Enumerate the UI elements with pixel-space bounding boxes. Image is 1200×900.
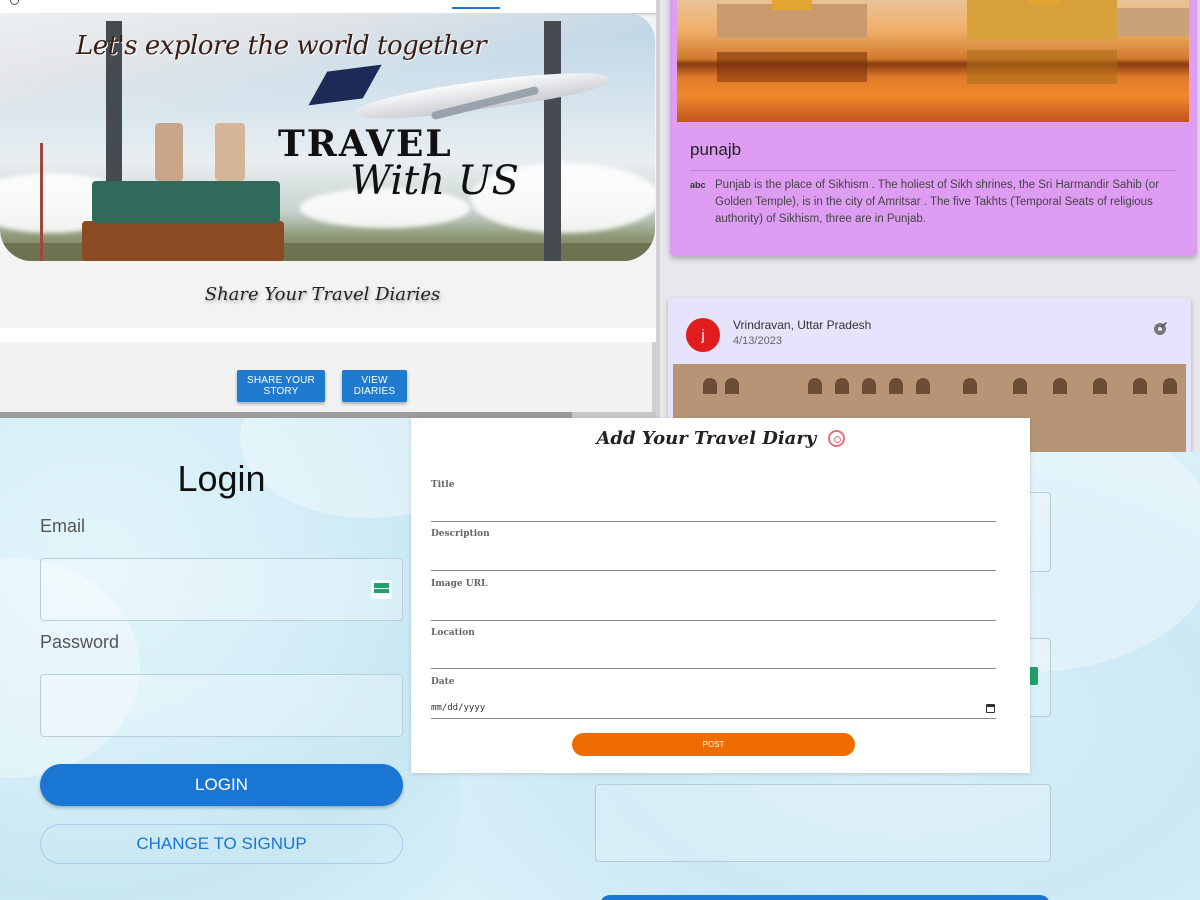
date-input[interactable]: mm/dd/yyyy: [431, 703, 485, 713]
water-reflection: [717, 52, 867, 82]
active-tab-indicator: [452, 7, 500, 9]
location-label: Location: [431, 628, 475, 638]
location-input[interactable]: [431, 668, 996, 669]
arch: [916, 378, 930, 394]
suitcase-brown: [82, 221, 284, 261]
view-diaries-button[interactable]: VIEW DIARIES: [342, 370, 407, 402]
globe-search-icon: [827, 430, 845, 447]
diaries-screen: punajb abc Punjab is the place of Sikhis…: [660, 0, 1200, 452]
app-bar: [0, 0, 657, 13]
hero-subtitle: With US: [350, 158, 519, 204]
card-location: Vrindravan, Uttar Pradesh: [733, 318, 872, 332]
login-title: Login: [177, 458, 266, 499]
password-field[interactable]: [40, 674, 403, 737]
card-divider: [690, 170, 1177, 171]
home-actions: SHARE YOUR STORY VIEW DIARIES: [0, 342, 657, 412]
temple-building: [1117, 8, 1189, 36]
hero-pillar: [544, 21, 561, 261]
hero-banner: Let's explore the world together TRAVEL …: [0, 13, 655, 261]
temple-dome: [772, 0, 812, 10]
boot-left: [155, 123, 183, 181]
image-url-input[interactable]: [431, 620, 996, 621]
title-input[interactable]: [431, 521, 996, 522]
share-heading: Share Your Travel Diaries: [204, 284, 441, 305]
arch: [808, 378, 822, 394]
card-description: Punjab is the place of Sikhism . The hol…: [715, 179, 1160, 225]
login-screen: Login Email Password LOGIN CHANGE TO SIG…: [0, 418, 460, 900]
arch: [835, 378, 849, 394]
date-label: Date: [431, 677, 455, 687]
arch: [1163, 378, 1177, 394]
form-title: Add Your Travel Diary: [411, 428, 1030, 449]
section-divider: [0, 328, 657, 342]
text-abc-icon: abc: [690, 180, 706, 190]
hero-light-pole: [40, 143, 43, 261]
envelope-flap: [374, 583, 389, 589]
boot-right: [215, 123, 245, 181]
password-label: Password: [40, 632, 120, 652]
golden-dome: [1029, 0, 1059, 4]
description-input[interactable]: [431, 570, 996, 571]
water-reflection: [967, 50, 1117, 84]
card-date: 4/13/2023: [733, 335, 782, 347]
suitcase-green: [92, 181, 280, 223]
date-underline: [431, 718, 996, 719]
arch: [889, 378, 903, 394]
title-label: Title: [431, 480, 455, 490]
edit-location-icon[interactable]: [1151, 320, 1169, 338]
calendar-icon[interactable]: [986, 704, 995, 713]
card-title: punajb: [690, 140, 742, 159]
arch: [1133, 378, 1147, 394]
login-button[interactable]: LOGIN: [40, 764, 403, 806]
arch: [1093, 378, 1107, 394]
diary-card[interactable]: punajb abc Punjab is the place of Sikhis…: [670, 0, 1197, 256]
arch: [862, 378, 876, 394]
golden-temple: [967, 0, 1117, 40]
arch: [1013, 378, 1027, 394]
arch: [1053, 378, 1067, 394]
collage: Let's explore the world together TRAVEL …: [0, 0, 1200, 900]
hero-tagline: Let's explore the world together: [76, 31, 487, 61]
change-to-signup-button[interactable]: CHANGE TO SIGNUP: [40, 824, 403, 864]
avatar: j: [686, 318, 720, 352]
image-url-label: Image URL: [431, 579, 488, 589]
home-screen: Let's explore the world together TRAVEL …: [0, 0, 657, 418]
mail-icon: [371, 580, 392, 599]
add-diary-form: Add Your Travel Diary Title Description …: [411, 418, 1030, 773]
arch: [703, 378, 717, 394]
arch: [963, 378, 977, 394]
email-field[interactable]: [40, 558, 403, 621]
share-story-button[interactable]: SHARE YOUR STORY: [237, 370, 325, 402]
search-icon[interactable]: [10, 0, 19, 5]
signup-button[interactable]: [600, 895, 1050, 900]
golden-temple-image: [677, 0, 1189, 122]
email-label: Email: [40, 516, 86, 536]
post-button[interactable]: POST: [572, 733, 855, 756]
description-label: Description: [431, 529, 490, 539]
arch: [725, 378, 739, 394]
signup-field[interactable]: [595, 784, 1051, 862]
form-title-text: Add Your Travel Diary: [596, 428, 817, 449]
